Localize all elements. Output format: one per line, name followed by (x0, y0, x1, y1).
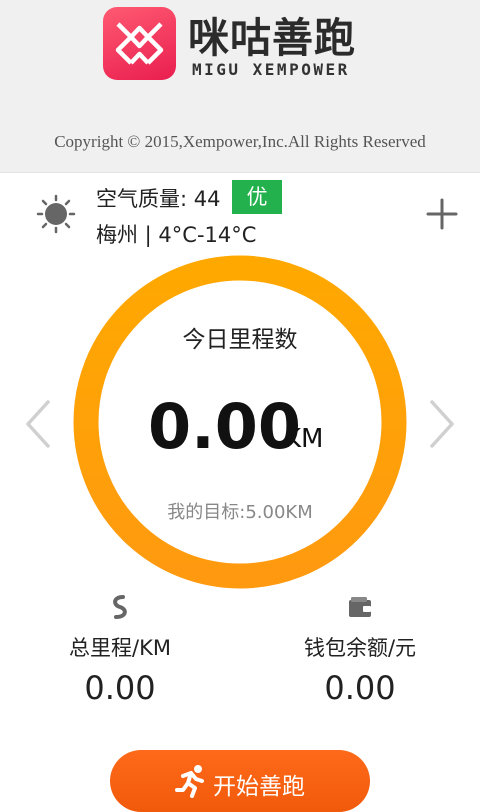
sun-icon (36, 194, 76, 234)
start-run-label: 开始善跑 (213, 774, 305, 800)
daily-goal: 我的目标:5.00KM (167, 502, 313, 523)
route-icon (113, 595, 127, 619)
total-distance-label: 总里程/KM (69, 636, 171, 660)
air-quality-badge: 优 (232, 180, 282, 214)
wallet-balance-value: 0.00 (324, 669, 396, 707)
brand-name-cn: 咪咕善跑 (188, 14, 356, 62)
today-distance-title: 今日里程数 (182, 327, 298, 353)
wallet-icon (349, 597, 371, 617)
today-distance-value: 0.00 (148, 390, 301, 463)
air-quality-label: 空气质量: 44 (96, 187, 221, 211)
prev-arrow-icon[interactable] (22, 398, 54, 450)
add-button[interactable] (424, 196, 460, 232)
logo-mark-icon (115, 22, 164, 65)
total-distance-value: 0.00 (84, 669, 156, 707)
city-temperature: 梅州 | 4°C-14°C (96, 223, 257, 247)
brand-name-en: MIGU XEMPOWER (192, 60, 350, 79)
copyright-text: Copyright © 2015,Xempower,Inc.All Rights… (54, 132, 426, 151)
today-distance-unit: KM (284, 424, 324, 454)
app-header: 咪咕善跑 MIGU XEMPOWER Copyright © 2015,Xemp… (0, 0, 480, 172)
app-logo (103, 7, 176, 80)
start-run-button[interactable]: 开始善跑 (110, 750, 370, 812)
wallet-balance-label: 钱包余额/元 (303, 636, 417, 660)
next-arrow-icon[interactable] (426, 398, 458, 450)
runner-icon (175, 765, 204, 798)
header-divider (0, 172, 480, 173)
